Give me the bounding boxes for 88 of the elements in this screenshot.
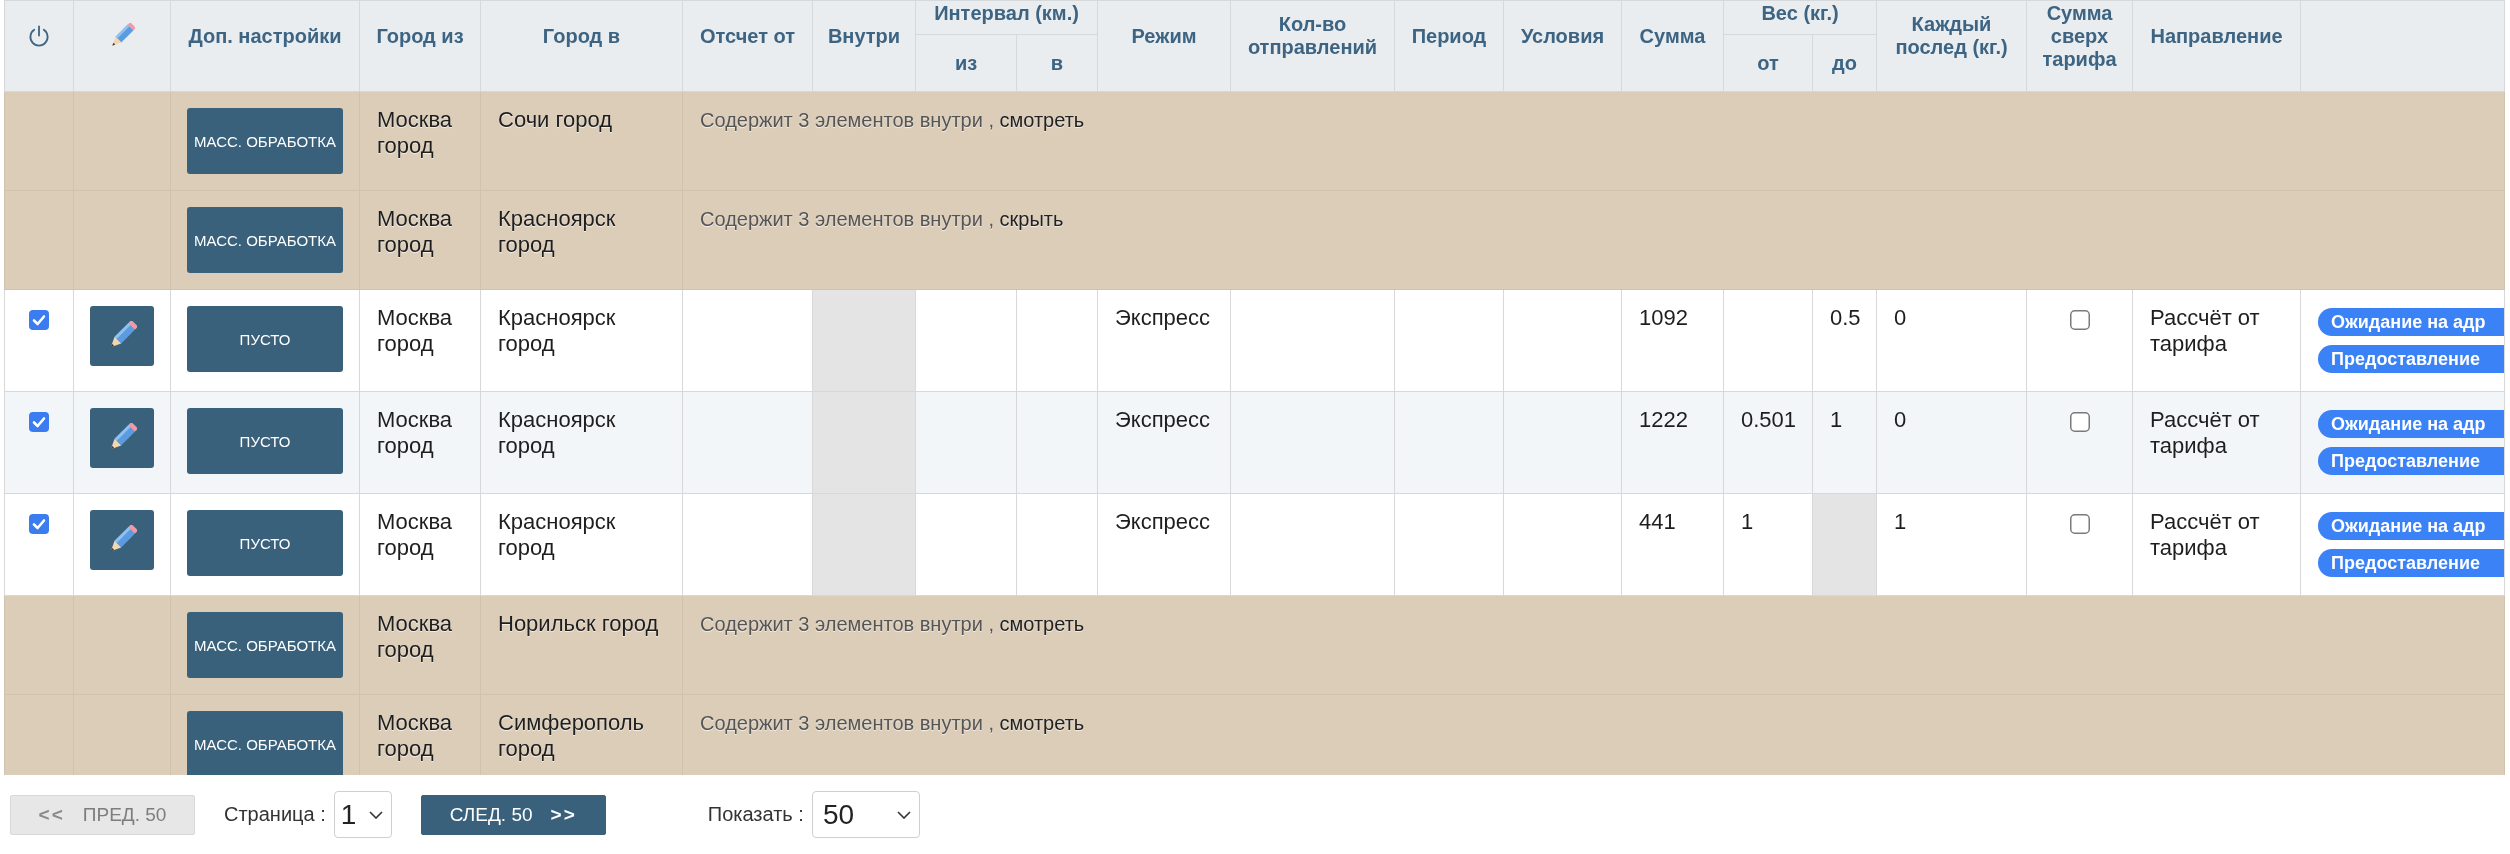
column-header: Период	[1394, 0, 1504, 92]
bulk-edit-button[interactable]: МАСС. ОБРАБОТКА	[187, 612, 343, 678]
mode-label: Экспресс	[1115, 509, 1211, 534]
weight-from: 0.501	[1741, 407, 1797, 432]
destination-city: Норильск город	[498, 611, 659, 636]
edit-button[interactable]	[90, 510, 154, 570]
edit-button[interactable]	[90, 408, 154, 468]
group-summary: Содержит 3 элементов внутри , смотреть	[700, 109, 1085, 131]
group-summary: Содержит 3 элементов внутри , скрыть	[700, 208, 1064, 230]
column-header: Город в	[480, 0, 683, 92]
column-header: до	[1812, 34, 1877, 92]
mode-label: Экспресс	[1115, 407, 1211, 432]
service-tag: Предоставление	[2318, 447, 2504, 475]
direction-text: Рассчёт от тарифа	[2150, 509, 2260, 561]
direction-text: Рассчёт от тарифа	[2150, 305, 2260, 357]
column-header: Внутри	[812, 0, 916, 92]
page-label: Страница :	[224, 803, 326, 826]
direction-text: Рассчёт от тарифа	[2150, 407, 2260, 459]
toggle-link[interactable]: смотреть	[999, 613, 1085, 635]
service-tag: Ожидание на адр	[2318, 410, 2504, 438]
settings-button[interactable]: ПУСТО	[187, 408, 343, 474]
column-header: Город из	[359, 0, 481, 92]
column-header: из	[915, 34, 1017, 92]
row-checkbox[interactable]	[29, 310, 49, 330]
each-next-weight: 0	[1894, 305, 1907, 330]
settings-button[interactable]: ПУСТО	[187, 510, 343, 576]
column-header: Кол-во отправлений	[1230, 0, 1395, 92]
weight-to: 0.5	[1830, 305, 1861, 330]
pencil-icon	[109, 23, 135, 49]
mode-label: Экспресс	[1115, 305, 1211, 330]
each-next-weight: 1	[1894, 509, 1907, 534]
sum-value: 1092	[1639, 305, 1688, 330]
destination-city: Красноярск город	[498, 305, 616, 357]
origin-city: Москва город	[377, 206, 453, 258]
origin-city: Москва город	[377, 710, 453, 762]
destination-city: Красноярск город	[498, 407, 616, 459]
column-header: Сумма	[1621, 0, 1724, 92]
extra-charge-checkbox[interactable]	[2069, 412, 2090, 432]
bulk-edit-button[interactable]: МАСС. ОБРАБОТКА	[187, 108, 343, 174]
destination-city: Красноярск город	[498, 509, 616, 561]
destination-city: Сочи город	[498, 107, 613, 132]
weight-from: 1	[1741, 509, 1754, 534]
service-tag: Ожидание на адр	[2318, 512, 2504, 540]
sum-value: 1222	[1639, 407, 1688, 432]
settings-button[interactable]: ПУСТО	[187, 306, 343, 372]
service-tag: Ожидание на адр	[2318, 308, 2504, 336]
column-header: от	[1723, 34, 1813, 92]
chevron-down-icon	[896, 810, 911, 819]
column-header: Отсчет от	[682, 0, 813, 92]
power-icon	[27, 24, 51, 49]
column-header: в	[1016, 34, 1098, 92]
page-size-select[interactable]: 50	[811, 791, 920, 838]
column-header: Направление	[2132, 0, 2301, 92]
column-header: Условия	[1503, 0, 1622, 92]
origin-city: Москва город	[377, 611, 453, 663]
row-checkbox[interactable]	[29, 412, 49, 432]
page-size-label: Показать :	[707, 803, 804, 826]
each-next-weight: 0	[1894, 407, 1907, 432]
sum-value: 441	[1639, 509, 1676, 534]
row-checkbox[interactable]	[29, 514, 49, 534]
destination-city: Красноярск город	[498, 206, 616, 258]
bulk-edit-button[interactable]: МАСС. ОБРАБОТКА	[187, 207, 343, 273]
weight-to: 1	[1830, 407, 1843, 432]
column-group-header: Вес (кг.)	[1723, 0, 1877, 35]
destination-city: Симферополь город	[498, 710, 645, 762]
chevron-down-icon	[368, 810, 383, 819]
toggle-link[interactable]: смотреть	[999, 109, 1085, 131]
toggle-link[interactable]: смотреть	[999, 712, 1085, 734]
origin-city: Москва город	[377, 305, 453, 357]
column-group-header: Интервал (км.)	[915, 0, 1098, 35]
edit-button[interactable]	[90, 306, 154, 366]
next-page-button[interactable]: СЛЕД. 50 >>	[420, 794, 606, 835]
origin-city: Москва город	[377, 407, 453, 459]
origin-city: Москва город	[377, 107, 453, 159]
extra-charge-checkbox[interactable]	[2069, 514, 2090, 534]
column-header: Каждый послед (кг.)	[1876, 0, 2027, 92]
toggle-link[interactable]: скрыть	[999, 208, 1064, 230]
extra-charge-checkbox[interactable]	[2069, 310, 2090, 330]
service-tag: Предоставление	[2318, 549, 2504, 577]
origin-city: Москва город	[377, 509, 453, 561]
column-header: Режим	[1097, 0, 1231, 92]
group-summary: Содержит 3 элементов внутри , смотреть	[700, 712, 1085, 734]
column-header: Доп. настройки	[170, 0, 360, 92]
column-header: Сумма сверх тарифа	[2026, 0, 2133, 92]
bulk-edit-button[interactable]: МАСС. ОБРАБОТКА	[187, 711, 343, 775]
service-tag: Предоставление	[2318, 345, 2504, 373]
group-summary: Содержит 3 элементов внутри , смотреть	[700, 613, 1085, 635]
page-select[interactable]: 1	[333, 791, 392, 838]
